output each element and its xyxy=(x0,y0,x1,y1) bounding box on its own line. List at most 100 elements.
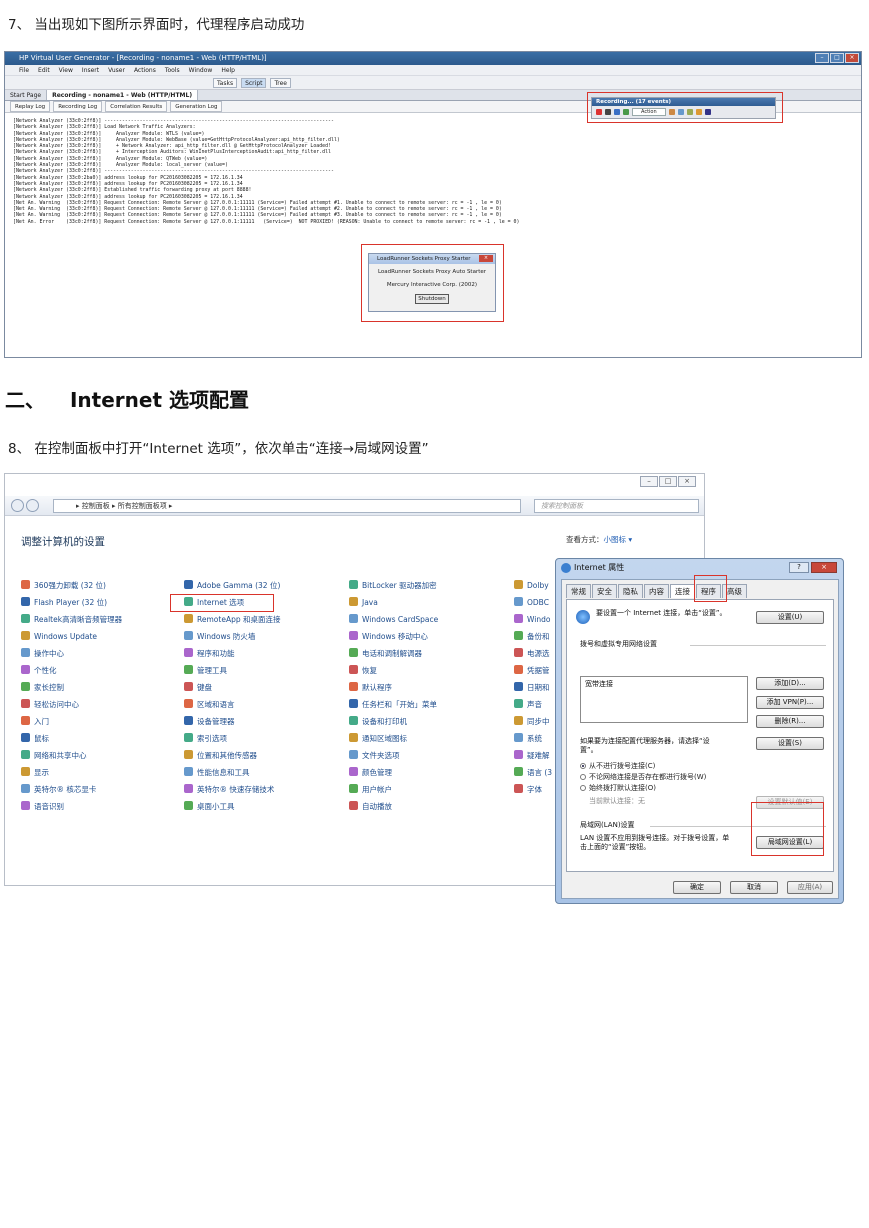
control-panel-item[interactable]: 索引选项 xyxy=(184,733,227,745)
control-panel-item[interactable]: Adobe Gamma (32 位) xyxy=(184,580,280,592)
tab-recording[interactable]: Recording - noname1 - Web (HTTP/HTML) xyxy=(47,90,199,100)
back-icon[interactable] xyxy=(11,499,24,512)
control-panel-item[interactable]: 声音 xyxy=(514,699,542,711)
control-panel-item[interactable]: 颜色管理 xyxy=(349,767,392,779)
control-panel-item[interactable]: 电源选 xyxy=(514,648,550,660)
maximize-icon[interactable]: □ xyxy=(659,476,677,487)
ok-button[interactable]: 确定 xyxy=(673,881,721,894)
tab-general[interactable]: 常规 xyxy=(566,584,591,598)
tab-start-page[interactable]: Start Page xyxy=(5,90,48,100)
control-panel-item[interactable]: 电话和调制解调器 xyxy=(349,648,422,660)
maximize-icon[interactable]: □ xyxy=(830,53,844,63)
control-panel-item[interactable]: 家长控制 xyxy=(21,682,64,694)
control-panel-item[interactable]: RemoteApp 和桌面连接 xyxy=(184,614,280,626)
control-panel-item[interactable]: 用户帐户 xyxy=(349,784,392,796)
settings-button[interactable]: 设置(S) xyxy=(756,737,824,750)
control-panel-item[interactable]: Windows CardSpace xyxy=(349,614,438,626)
close-icon[interactable]: × xyxy=(845,53,859,63)
control-panel-item[interactable]: 恢复 xyxy=(349,665,377,677)
control-panel-item[interactable]: 管理工具 xyxy=(184,665,227,677)
control-panel-item[interactable]: 键盘 xyxy=(184,682,212,694)
control-panel-item[interactable]: 语音识别 xyxy=(21,801,64,813)
menu-actions[interactable]: Actions xyxy=(134,65,156,75)
control-panel-item[interactable]: 凭据管 xyxy=(514,665,550,677)
control-panel-item[interactable]: 日期和 xyxy=(514,682,550,694)
close-icon[interactable]: × xyxy=(811,562,837,573)
help-button[interactable]: ? xyxy=(789,562,809,573)
radio-always-dial[interactable]: 始终拨打默认连接(O) xyxy=(580,784,656,793)
tab-generation-log[interactable]: Generation Log xyxy=(170,101,223,112)
control-panel-item[interactable]: ODBC xyxy=(514,597,549,609)
control-panel-item[interactable]: 鼠标 xyxy=(21,733,49,745)
control-panel-item[interactable]: 操作中心 xyxy=(21,648,64,660)
control-panel-item[interactable]: 显示 xyxy=(21,767,49,779)
list-item[interactable]: 宽带连接 xyxy=(585,680,613,689)
control-panel-item[interactable]: 语言 (3 xyxy=(514,767,552,779)
add-button[interactable]: 添加(D)... xyxy=(756,677,824,690)
control-panel-item[interactable]: Realtek高清晰音频管理器 xyxy=(21,614,122,626)
control-panel-item[interactable]: 360强力卸载 (32 位) xyxy=(21,580,106,592)
menu-tools[interactable]: Tools xyxy=(165,65,180,75)
control-panel-item[interactable]: 轻松访问中心 xyxy=(21,699,79,711)
search-input[interactable]: 搜索控制面板 xyxy=(534,499,699,513)
add-vpn-button[interactable]: 添加 VPN(P)... xyxy=(756,696,824,709)
forward-icon[interactable] xyxy=(26,499,39,512)
control-panel-item[interactable]: 区域和语言 xyxy=(184,699,235,711)
apply-button[interactable]: 应用(A) xyxy=(787,881,833,894)
tab-privacy[interactable]: 隐私 xyxy=(618,584,643,598)
setup-button[interactable]: 设置(U) xyxy=(756,611,824,624)
tab-replay-log[interactable]: Replay Log xyxy=(10,101,51,112)
control-panel-item[interactable]: 程序和功能 xyxy=(184,648,235,660)
control-panel-item[interactable]: Windows 防火墙 xyxy=(184,631,255,643)
control-panel-item[interactable]: 通知区域图标 xyxy=(349,733,407,745)
connections-list[interactable]: 宽带连接 xyxy=(580,676,748,723)
control-panel-item[interactable]: Java xyxy=(349,597,378,609)
control-panel-item[interactable]: 默认程序 xyxy=(349,682,392,694)
menu-file[interactable]: File xyxy=(19,65,29,75)
control-panel-item[interactable]: Flash Player (32 位) xyxy=(21,597,107,609)
menu-edit[interactable]: Edit xyxy=(38,65,50,75)
view-by-dropdown[interactable]: 小图标 ▾ xyxy=(604,535,633,544)
control-panel-item[interactable]: 性能信息和工具 xyxy=(184,767,250,779)
minimize-icon[interactable]: – xyxy=(815,53,829,63)
remove-button[interactable]: 删除(R)... xyxy=(756,715,824,728)
control-panel-item[interactable]: Windows Update xyxy=(21,631,97,643)
control-panel-item[interactable]: 英特尔® 快速存储技术 xyxy=(184,784,274,796)
tasks-button[interactable]: Tasks xyxy=(213,77,238,88)
menu-insert[interactable]: Insert xyxy=(82,65,99,75)
control-panel-item[interactable]: 任务栏和「开始」菜单 xyxy=(349,699,437,711)
control-panel-item[interactable]: 桌面小工具 xyxy=(184,801,235,813)
minimize-icon[interactable]: – xyxy=(640,476,658,487)
control-panel-item[interactable]: 字体 xyxy=(514,784,542,796)
control-panel-item[interactable]: 疑难解 xyxy=(514,750,550,762)
control-panel-item[interactable]: 备份和 xyxy=(514,631,550,643)
tab-connections[interactable]: 连接 xyxy=(670,584,695,598)
control-panel-item[interactable]: Dolby xyxy=(514,580,549,592)
control-panel-item[interactable]: 英特尔® 核芯显卡 xyxy=(21,784,96,796)
control-panel-item[interactable]: 自动播放 xyxy=(349,801,392,813)
script-button[interactable]: Script xyxy=(241,77,267,88)
tab-content[interactable]: 内容 xyxy=(644,584,669,598)
address-bar[interactable]: ▸ 控制面板 ▸ 所有控制面板项 ▸ xyxy=(53,499,521,513)
tab-security[interactable]: 安全 xyxy=(592,584,617,598)
control-panel-item[interactable]: 同步中 xyxy=(514,716,550,728)
close-icon[interactable]: × xyxy=(678,476,696,487)
menu-help[interactable]: Help xyxy=(221,65,235,75)
control-panel-item[interactable]: Windo xyxy=(514,614,550,626)
control-panel-item[interactable]: 网络和共享中心 xyxy=(21,750,87,762)
control-panel-item[interactable]: 位置和其他传感器 xyxy=(184,750,257,762)
control-panel-item[interactable]: BitLocker 驱动器加密 xyxy=(349,580,437,592)
control-panel-item[interactable]: 入门 xyxy=(21,716,49,728)
menu-view[interactable]: View xyxy=(59,65,73,75)
tab-recording-log[interactable]: Recording Log xyxy=(53,101,103,112)
control-panel-item[interactable]: 设备管理器 xyxy=(184,716,235,728)
menu-vuser[interactable]: Vuser xyxy=(108,65,125,75)
tab-correlation-results[interactable]: Correlation Results xyxy=(105,101,168,112)
radio-never-dial[interactable]: 从不进行拨号连接(C) xyxy=(580,762,655,771)
radio-dial-whenever[interactable]: 不论网络连接是否存在都进行拨号(W) xyxy=(580,773,706,782)
tree-button[interactable]: Tree xyxy=(270,77,291,88)
control-panel-item[interactable]: 文件夹选项 xyxy=(349,750,400,762)
menu-window[interactable]: Window xyxy=(189,65,213,75)
cancel-button[interactable]: 取消 xyxy=(730,881,778,894)
control-panel-item[interactable]: 个性化 xyxy=(21,665,57,677)
